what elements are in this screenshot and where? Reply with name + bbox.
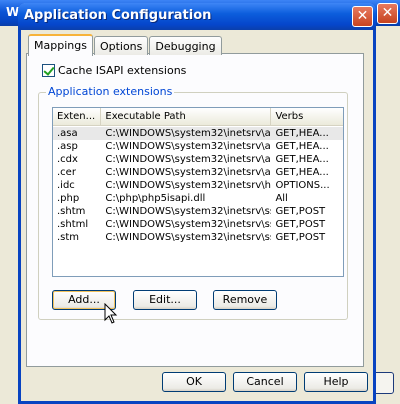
verbs-cell: GET,HEA... xyxy=(275,141,329,152)
column-header-executable-path[interactable]: Executable Path xyxy=(101,108,272,125)
extension-cell: .php xyxy=(57,193,80,204)
verbs-cell: GET,POST xyxy=(275,206,326,217)
list-item[interactable]: .shtml C:\WINDOWS\system32\inetsrv\ssin..… xyxy=(53,218,343,231)
extension-cell: .cdx xyxy=(57,154,78,165)
extension-cell: .asa xyxy=(57,128,78,139)
list-header: Exten... Executable Path Verbs xyxy=(53,108,343,126)
verbs-cell: GET,HEA... xyxy=(275,167,329,178)
verbs-cell: OPTIONS... xyxy=(275,180,330,191)
executable-path-cell: C:\WINDOWS\system32\inetsrv\ssin... xyxy=(105,219,271,230)
dialog-titlebar[interactable]: Application Configuration ✕ xyxy=(18,3,376,30)
extension-cell: .asp xyxy=(57,141,78,152)
executable-path-cell: C:\WINDOWS\system32\inetsrv\asp.dll xyxy=(105,141,271,152)
list-body: .asa C:\WINDOWS\system32\inetsrv\asp.dll G… xyxy=(53,127,343,244)
dialog-title: Application Configuration xyxy=(24,8,212,23)
column-header-extension[interactable]: Exten... xyxy=(53,108,102,125)
executable-path-cell: C:\php\php5isapi.dll xyxy=(105,193,206,204)
application-extensions-label: Application extensions xyxy=(46,85,175,98)
executable-path-cell: C:\WINDOWS\system32\inetsrv\asp.dll xyxy=(105,167,271,178)
list-item[interactable]: .cdx C:\WINDOWS\system32\inetsrv\asp.dll G… xyxy=(53,153,343,166)
tab-options[interactable]: Options xyxy=(93,36,149,55)
list-item[interactable]: .shtm C:\WINDOWS\system32\inetsrv\ssin...… xyxy=(53,205,343,218)
executable-path-cell: C:\WINDOWS\system32\inetsrv\http... xyxy=(105,180,272,191)
verbs-cell: GET,HEA... xyxy=(275,154,329,165)
help-button[interactable]: Help xyxy=(304,372,368,392)
list-item[interactable]: .cer C:\WINDOWS\system32\inetsrv\asp.dll G… xyxy=(53,166,343,179)
tab-debugging[interactable]: Debugging xyxy=(149,36,222,55)
remove-button[interactable]: Remove xyxy=(213,290,277,310)
executable-path-cell: C:\WINDOWS\system32\inetsrv\asp.dll xyxy=(105,128,271,139)
executable-path-cell: C:\WINDOWS\system32\inetsrv\asp.dll xyxy=(105,154,271,165)
extension-cell: .idc xyxy=(57,180,75,191)
background-close-icon[interactable]: ✕ xyxy=(377,3,398,24)
extension-cell: .shtml xyxy=(57,219,89,230)
list-item[interactable]: .stm C:\WINDOWS\system32\inetsrv\ssin... G… xyxy=(53,231,343,244)
cancel-button[interactable]: Cancel xyxy=(233,372,297,392)
tab-strip: Mappings Options Debugging xyxy=(28,34,223,56)
executable-path-cell: C:\WINDOWS\system32\inetsrv\ssin... xyxy=(105,232,271,243)
extension-cell: .stm xyxy=(57,232,80,243)
column-header-verbs[interactable]: Verbs xyxy=(271,108,343,125)
cache-isapi-checkbox[interactable] xyxy=(42,64,55,77)
close-icon[interactable]: ✕ xyxy=(352,6,373,27)
executable-path-cell: C:\WINDOWS\system32\inetsrv\ssin... xyxy=(105,206,271,217)
edit-button[interactable]: Edit... xyxy=(133,290,197,310)
list-item[interactable]: .asa C:\WINDOWS\system32\inetsrv\asp.dll G… xyxy=(53,127,343,140)
verbs-cell: GET,POST xyxy=(275,219,326,230)
verbs-cell: GET,POST xyxy=(275,232,326,243)
verbs-cell: GET,HEA... xyxy=(275,128,329,139)
ok-button[interactable]: OK xyxy=(162,372,226,392)
extension-cell: .shtm xyxy=(57,206,86,217)
tab-mappings[interactable]: Mappings xyxy=(28,34,93,56)
cache-isapi-label[interactable]: Cache ISAPI extensions xyxy=(58,64,186,77)
extensions-list[interactable]: Exten... Executable Path Verbs .asa C:\WI… xyxy=(52,107,344,277)
mouse-pointer-icon xyxy=(104,303,118,324)
list-item[interactable]: .idc C:\WINDOWS\system32\inetsrv\http...O… xyxy=(53,179,343,192)
list-item[interactable]: .asp C:\WINDOWS\system32\inetsrv\asp.dll G… xyxy=(53,140,343,153)
extension-cell: .cer xyxy=(57,167,76,178)
verbs-cell: All xyxy=(275,193,288,204)
list-item[interactable]: .php C:\php\php5isapi.dll All xyxy=(53,192,343,205)
